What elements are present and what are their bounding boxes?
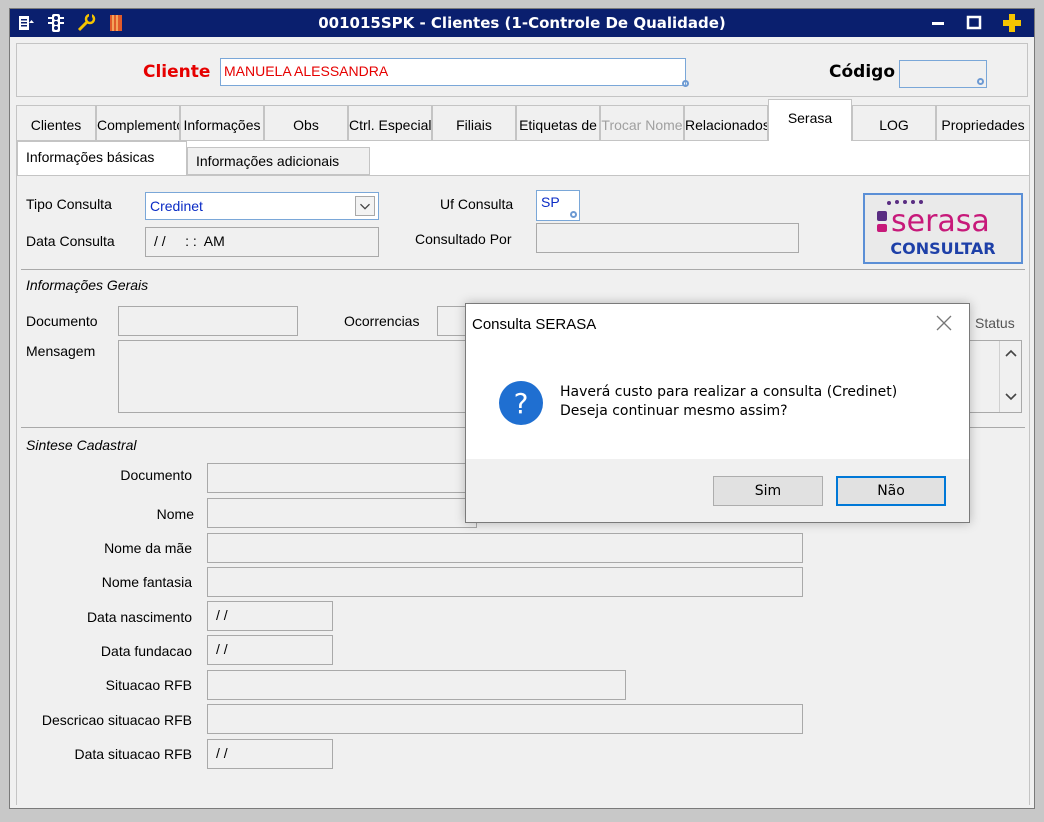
tab-etiquetas[interactable]: Etiquetas de bbox=[516, 105, 600, 141]
question-icon: ? bbox=[499, 381, 543, 425]
sintese-data-situacao-rfb-label: Data situacao RFB bbox=[74, 746, 193, 762]
dialog-message-line1: Haverá custo para realizar a consulta (C… bbox=[560, 384, 898, 400]
close-icon[interactable] bbox=[935, 314, 953, 332]
serasa-logo-text: serasa bbox=[891, 204, 990, 237]
dialog-message-line2: Deseja continuar mesmo assim? bbox=[560, 403, 788, 419]
data-consulta-field[interactable]: / / : : AM bbox=[145, 227, 379, 257]
sintese-documento-label: Documento bbox=[120, 467, 192, 483]
uf-consulta-label: Uf Consulta bbox=[440, 196, 514, 212]
dialog-footer: Sim Não bbox=[466, 459, 969, 522]
tab-obs[interactable]: Obs bbox=[264, 105, 348, 141]
tab-log[interactable]: LOG bbox=[852, 105, 936, 141]
search-icon[interactable] bbox=[682, 80, 689, 87]
add-icon[interactable] bbox=[1001, 13, 1023, 33]
sintese-nome-mae-field bbox=[207, 533, 803, 563]
subtab-informacoes-adicionais[interactable]: Informações adicionais bbox=[187, 147, 370, 175]
consultar-label: CONSULTAR bbox=[890, 239, 996, 258]
sintese-documento-field bbox=[207, 463, 477, 493]
codigo-label: Código bbox=[829, 62, 895, 82]
status-label: Status bbox=[975, 315, 1015, 331]
mensagem-label: Mensagem bbox=[26, 343, 96, 359]
cliente-input[interactable]: MANUELA ALESSANDRA bbox=[220, 58, 686, 86]
subtab-informacoes-basicas[interactable]: Informações básicas bbox=[17, 141, 187, 175]
informacoes-gerais-title: Informações Gerais bbox=[26, 277, 149, 293]
tab-filiais[interactable]: Filiais bbox=[432, 105, 516, 141]
svg-text:?: ? bbox=[514, 387, 529, 420]
consulta-serasa-dialog: Consulta SERASA ? Haverá custo para real… bbox=[465, 303, 970, 523]
sintese-data-nascimento-label: Data nascimento bbox=[86, 609, 192, 625]
maximize-button[interactable] bbox=[963, 13, 985, 33]
consultado-por-field bbox=[536, 223, 799, 253]
sintese-data-fundacao-label: Data fundacao bbox=[100, 643, 192, 659]
mensagem-scrollbar[interactable] bbox=[999, 341, 1021, 412]
codigo-input[interactable] bbox=[899, 60, 987, 88]
tipo-consulta-label: Tipo Consulta bbox=[26, 196, 112, 212]
dialog-title: Consulta SERASA bbox=[472, 316, 597, 333]
tab-trocar-nome: Trocar Nome bbox=[600, 105, 684, 141]
uf-consulta-input[interactable]: SP bbox=[536, 190, 580, 221]
tipo-consulta-select[interactable]: Credinet bbox=[145, 192, 379, 220]
serasa-logo: serasa bbox=[877, 200, 990, 237]
sintese-data-situacao-rfb-field: / / bbox=[207, 739, 333, 769]
cliente-label: Cliente bbox=[143, 62, 211, 82]
tipo-consulta-value: Credinet bbox=[150, 198, 203, 214]
title-bar: 001015SPK - Clientes (1-Controle De Qual… bbox=[10, 9, 1034, 37]
client-header: Cliente MANUELA ALESSANDRA Código bbox=[16, 43, 1028, 97]
sintese-data-nascimento-field: / / bbox=[207, 601, 333, 631]
main-tabs: Clientes Complementos Informações Obs Ct… bbox=[16, 99, 1030, 141]
tab-clientes[interactable]: Clientes bbox=[16, 105, 96, 141]
sintese-nome-field bbox=[207, 498, 477, 528]
window-title: 001015SPK - Clientes (1-Controle De Qual… bbox=[318, 14, 726, 32]
sintese-data-fundacao-field: / / bbox=[207, 635, 333, 665]
documento-field bbox=[118, 306, 298, 336]
tab-informacoes[interactable]: Informações bbox=[180, 105, 264, 141]
uf-consulta-value: SP bbox=[541, 194, 560, 210]
tab-serasa[interactable]: Serasa bbox=[768, 99, 852, 141]
sintese-nome-label: Nome bbox=[156, 506, 194, 522]
sintese-situacao-rfb-field bbox=[207, 670, 626, 700]
app-frame: 001015SPK - Clientes (1-Controle De Qual… bbox=[0, 0, 1044, 822]
sintese-nome-fantasia-field bbox=[207, 567, 803, 597]
tab-ctrl-especial[interactable]: Ctrl. Especial bbox=[348, 105, 432, 141]
sim-button[interactable]: Sim bbox=[713, 476, 823, 506]
consultar-serasa-button[interactable]: serasa CONSULTAR bbox=[863, 193, 1023, 264]
sintese-situacao-rfb-label: Situacao RFB bbox=[105, 677, 192, 693]
sintese-descricao-situacao-rfb-label: Descricao situacao RFB bbox=[41, 712, 192, 728]
tab-complementos[interactable]: Complementos bbox=[96, 105, 180, 141]
sintese-cadastral-title: Sintese Cadastral bbox=[26, 437, 137, 453]
sintese-nome-fantasia-label: Nome fantasia bbox=[101, 574, 192, 590]
divider bbox=[21, 269, 1025, 270]
nao-button[interactable]: Não bbox=[836, 476, 946, 506]
ocorrencias-label: Ocorrencias bbox=[344, 313, 420, 329]
tab-propriedades[interactable]: Propriedades bbox=[936, 105, 1030, 141]
tab-relacionados[interactable]: Relacionados bbox=[684, 105, 768, 141]
minimize-button[interactable] bbox=[927, 13, 949, 33]
sintese-descricao-situacao-rfb-field bbox=[207, 704, 803, 734]
search-icon[interactable] bbox=[570, 211, 577, 218]
data-consulta-label: Data Consulta bbox=[26, 233, 115, 249]
consultado-por-label: Consultado Por bbox=[415, 231, 512, 247]
documento-label: Documento bbox=[26, 313, 98, 329]
sintese-nome-mae-label: Nome da mãe bbox=[104, 540, 192, 556]
chevron-down-icon[interactable] bbox=[355, 196, 375, 216]
search-icon[interactable] bbox=[977, 78, 984, 85]
